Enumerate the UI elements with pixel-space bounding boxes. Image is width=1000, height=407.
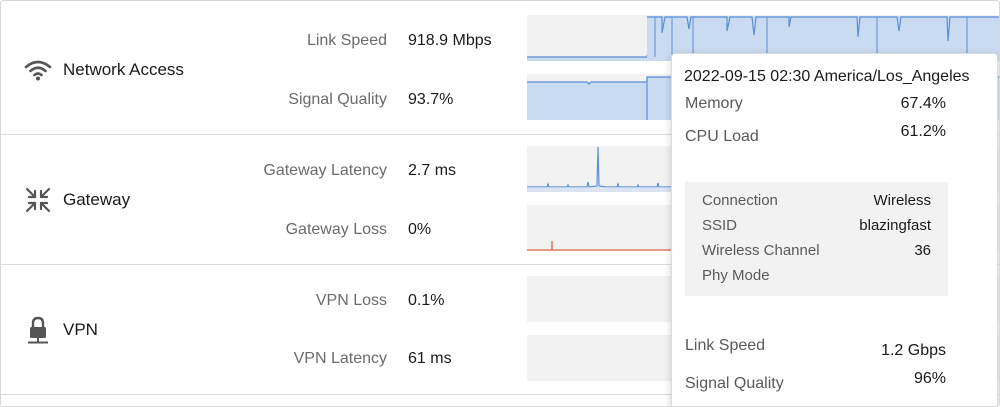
metric-value-signal-quality: 93.7% (408, 91, 454, 108)
network-health-panel: Network Access Link Speed 918.9 Mbps Sig… (0, 0, 1000, 407)
phy-mode-label: Phy Mode (702, 267, 770, 284)
tooltip-memory-label: Memory (685, 95, 743, 112)
tooltip-memory-value: 67.4% (900, 95, 946, 112)
chart-hover-tooltip: 2022-09-15 02:30 America/Los_Angeles Mem… (671, 53, 998, 406)
tooltip-cpu-label: CPU Load (685, 128, 759, 145)
metric-label-vpn-latency: VPN Latency (293, 350, 387, 367)
connection-label: Connection (702, 192, 778, 209)
metric-label-vpn-loss: VPN Loss (315, 292, 387, 309)
section-title: VPN (63, 320, 98, 339)
wireless-channel-value: 36 (914, 242, 931, 259)
vpn-header: VPN (23, 265, 98, 395)
metric-label-gateway-loss: Gateway Loss (285, 221, 387, 238)
lock-network-icon (23, 315, 57, 345)
metric-value-vpn-loss: 0.1% (408, 292, 445, 309)
wireless-channel-label: Wireless Channel (702, 242, 820, 259)
wifi-icon (23, 55, 57, 85)
network-access-header: Network Access (23, 5, 184, 135)
tooltip-cpu-value: 61.2% (900, 123, 946, 140)
metric-value-vpn-latency: 61 ms (408, 350, 452, 367)
metric-label-signal-quality: Signal Quality (288, 91, 387, 108)
metric-label-link-speed: Link Speed (306, 32, 387, 49)
section-title: Network Access (63, 60, 184, 79)
connection-value: Wireless (873, 192, 931, 209)
tooltip-signal-quality-value: 96% (913, 370, 946, 387)
ssid-value: blazingfast (859, 217, 931, 234)
tooltip-timestamp: 2022-09-15 02:30 America/Los_Angeles (684, 68, 970, 85)
gateway-header: Gateway (23, 135, 130, 265)
metric-label-gateway-latency: Gateway Latency (263, 162, 387, 179)
ssid-label: SSID (702, 217, 738, 234)
section-title: Gateway (63, 190, 131, 209)
tooltip-link-speed-label: Link Speed (685, 337, 766, 354)
gateway-arrows-icon (23, 185, 57, 215)
connection-details-box: Connection Wireless SSID blazingfast Wir… (685, 182, 948, 296)
metric-value-gateway-latency: 2.7 ms (408, 162, 457, 179)
tooltip-signal-quality-label: Signal Quality (685, 375, 784, 392)
metric-value-gateway-loss: 0% (408, 221, 432, 238)
metric-value-link-speed: 918.9 Mbps (408, 32, 492, 49)
tooltip-link-speed-value: 1.2 Gbps (881, 342, 946, 359)
